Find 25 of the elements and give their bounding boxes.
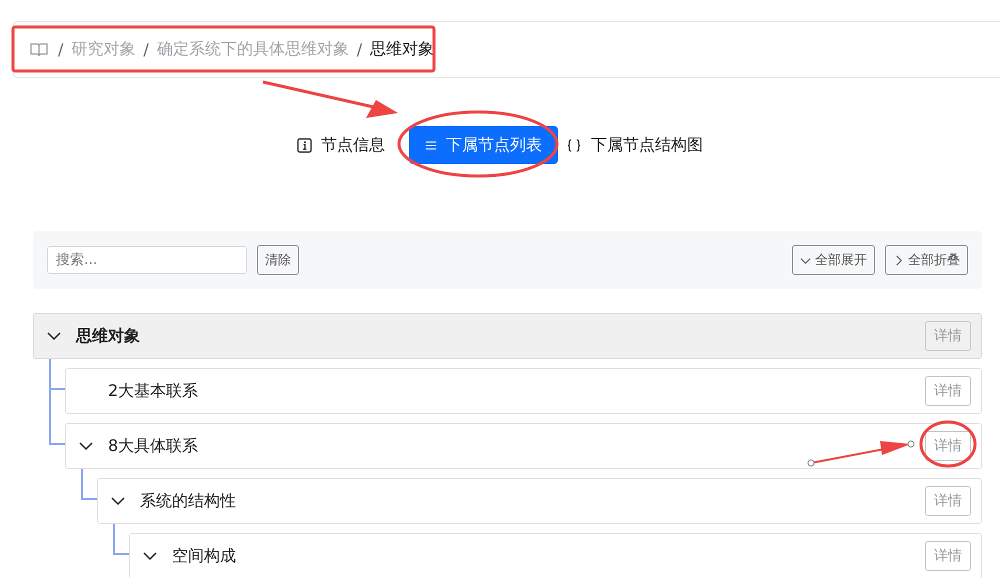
tab[interactable]: 下属节点列表 [409,126,558,164]
node-label: 8大具体联系 [108,436,198,456]
annotation-ellipse [920,420,976,468]
tab[interactable]: 节点信息 [297,126,401,164]
menu-icon [425,140,437,150]
node-label: 2大基本联系 [108,380,198,402]
clear-button[interactable]: 清除 [257,245,299,275]
node-label: 系统的结构性 [140,490,236,512]
breadcrumb-separator: / [58,40,64,59]
braces-icon [566,138,582,152]
breadcrumb-separator: / [356,40,362,59]
tab[interactable]: 下属节点结构图 [566,126,719,164]
collapse-all-button[interactable]: 全部折叠 [885,245,968,275]
node-label: 空间构成 [172,546,236,566]
tree-row[interactable]: 空间构成 详情 [129,533,982,578]
expand-all-button[interactable]: 全部展开 [792,245,875,275]
tree-row[interactable]: 系统的结构性 详情 [97,478,982,524]
search-field[interactable]: 搜索... [47,246,247,274]
info-icon [297,138,312,152]
tree-row[interactable]: 2大基本联系 详情 [65,368,982,414]
book-icon[interactable] [30,42,48,58]
tree-row[interactable]: 8大具体联系 详情 [65,423,982,469]
breadcrumb-item: 思维对象 [370,39,434,60]
breadcrumb-separator: / [143,40,149,59]
node-label: 思维对象 [76,326,140,346]
